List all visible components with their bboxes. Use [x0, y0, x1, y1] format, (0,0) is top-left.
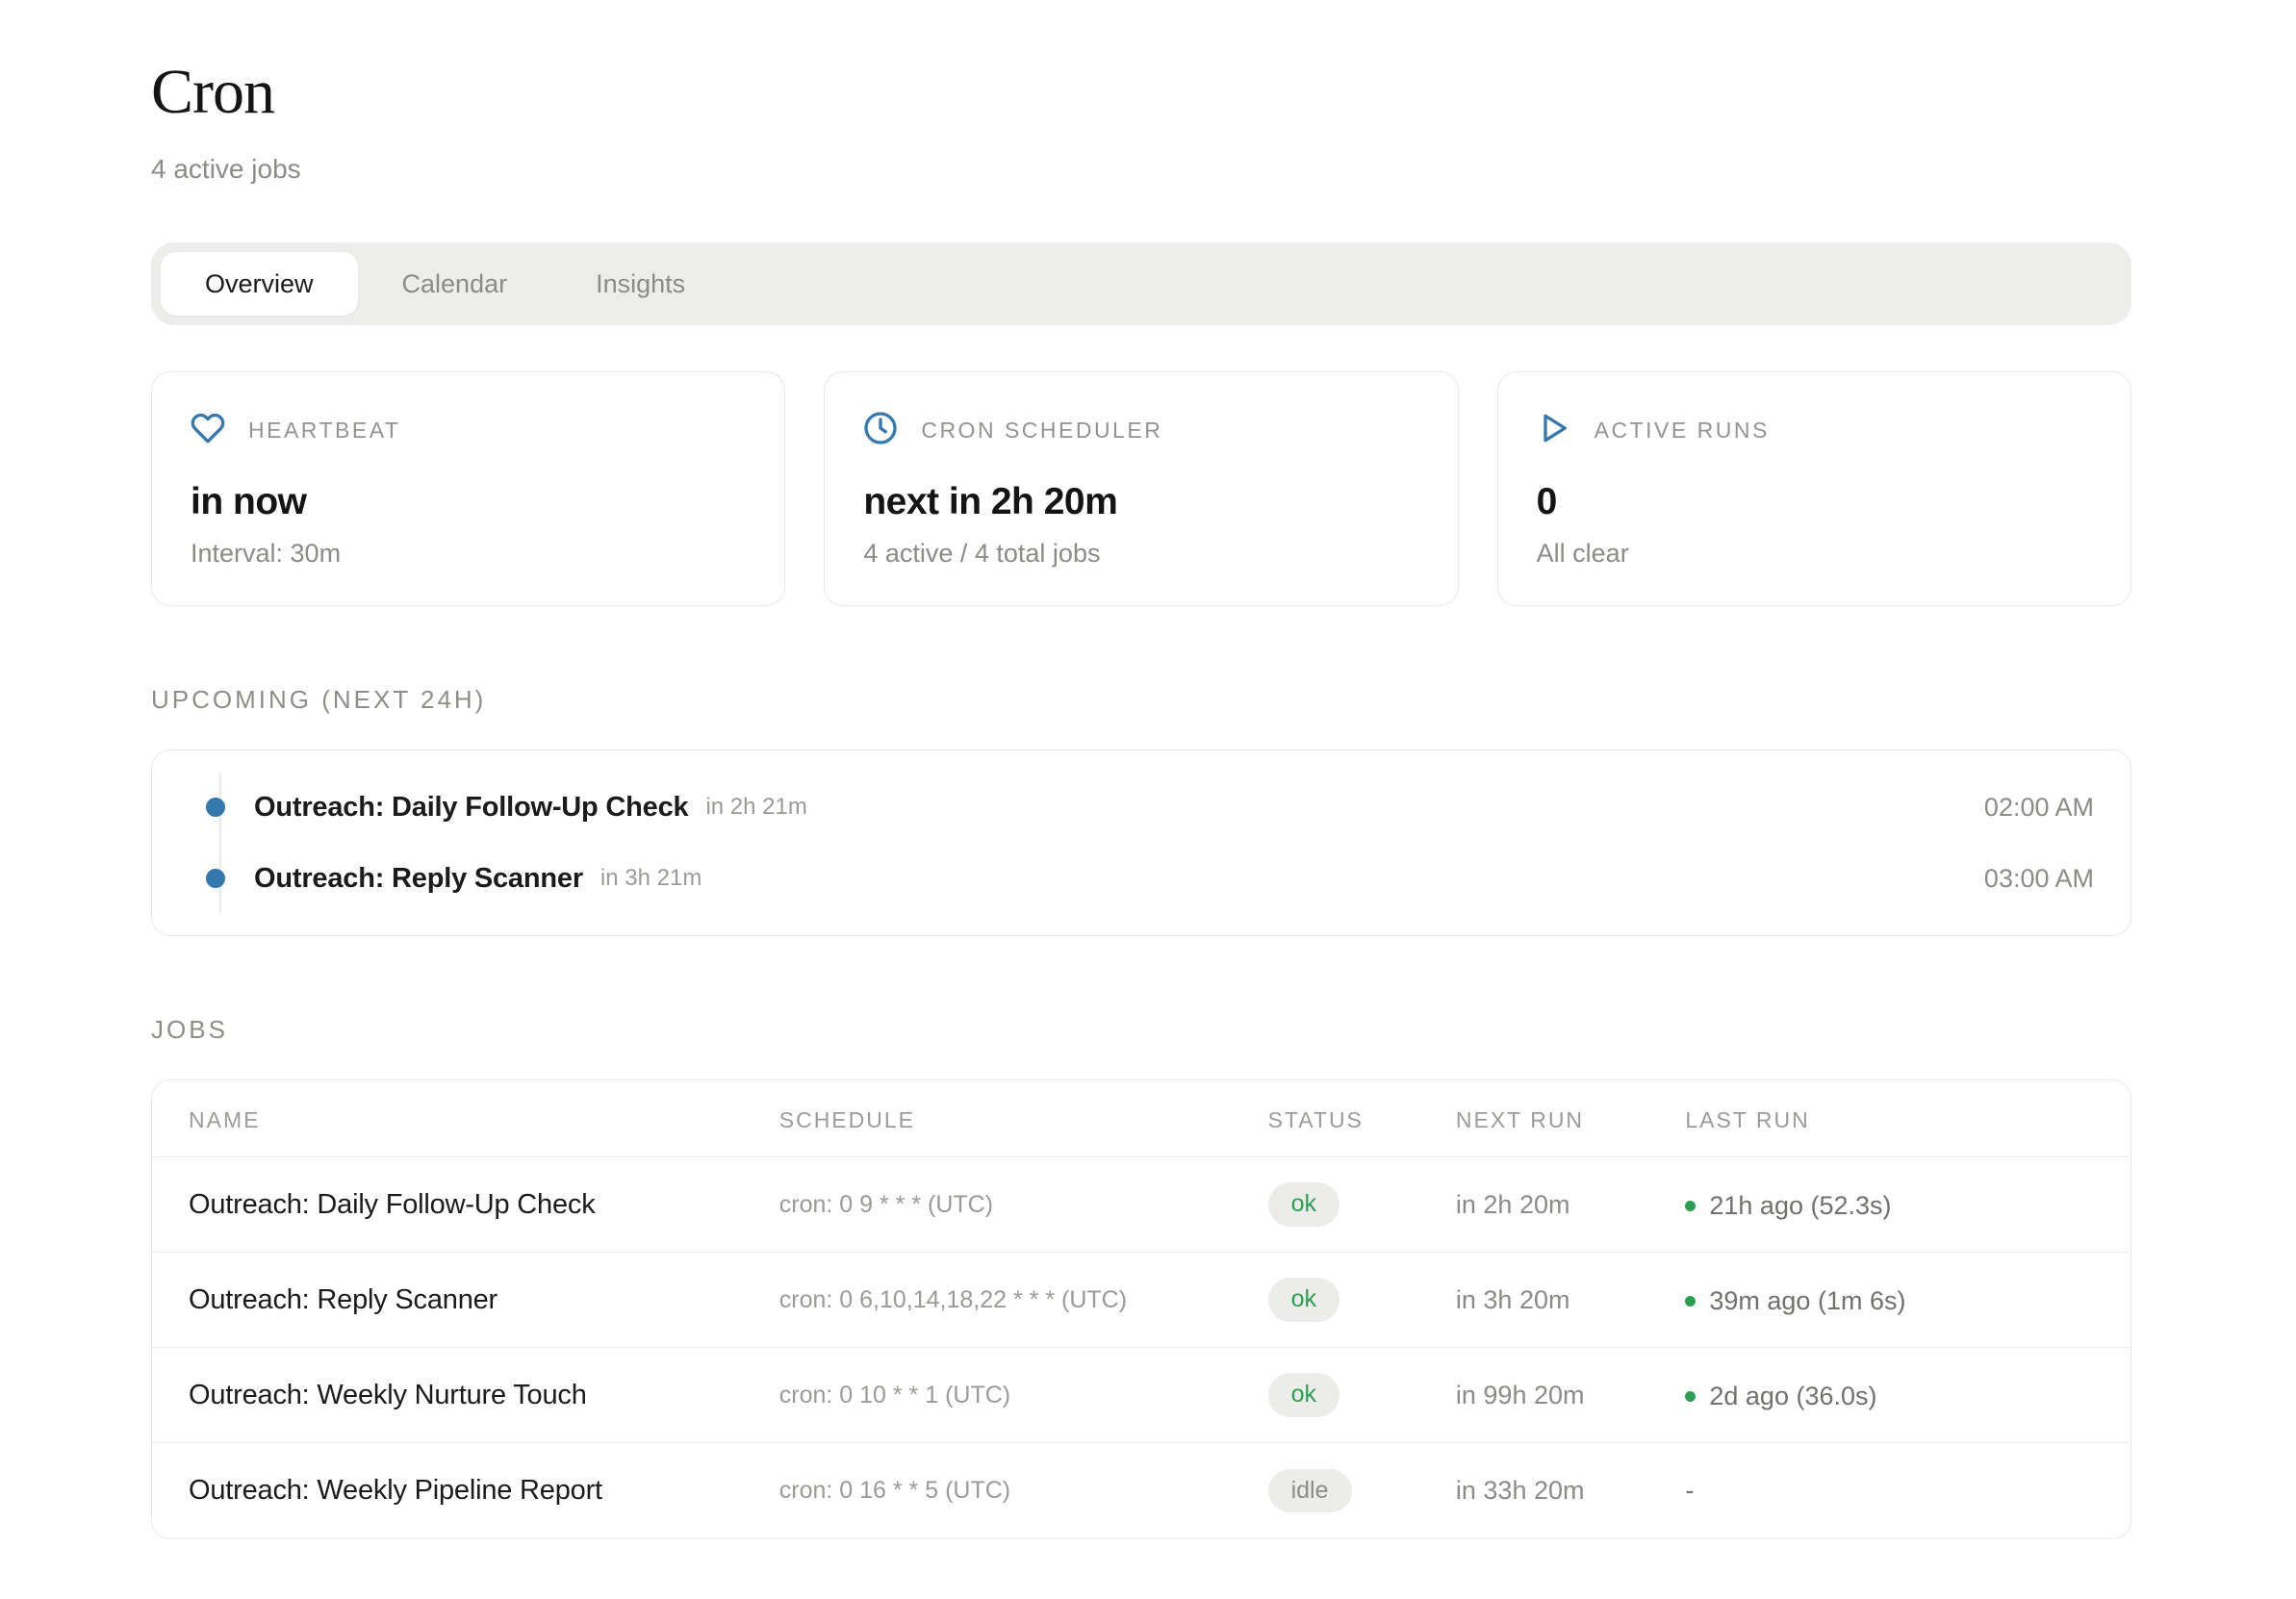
- job-next-run: in 3h 20m: [1456, 1253, 1685, 1348]
- play-icon: [1537, 411, 1571, 450]
- job-schedule: cron: 0 9 * * * (UTC): [779, 1157, 1268, 1253]
- column-header-status: STATUS: [1268, 1080, 1456, 1157]
- active-runs-value: 0: [1537, 481, 2092, 523]
- heart-icon: [191, 411, 225, 450]
- stat-cards: HEARTBEAT in now Interval: 30m CRON SCHE…: [151, 371, 2131, 606]
- upcoming-relative-time: in 3h 21m: [600, 865, 702, 892]
- success-dot-icon: [1685, 1391, 1696, 1402]
- success-dot-icon: [1685, 1201, 1696, 1211]
- status-badge: idle: [1268, 1469, 1352, 1513]
- upcoming-job-name: Outreach: Reply Scanner: [254, 863, 583, 895]
- job-name: Outreach: Weekly Pipeline Report: [152, 1443, 779, 1538]
- job-next-run: in 99h 20m: [1456, 1348, 1685, 1443]
- upcoming-clock-time: 03:00 AM: [1984, 864, 2094, 894]
- heartbeat-card: HEARTBEAT in now Interval: 30m: [151, 371, 785, 606]
- upcoming-relative-time: in 2h 21m: [705, 794, 806, 821]
- tab-overview[interactable]: Overview: [161, 252, 358, 316]
- job-last-run: -: [1685, 1476, 1694, 1506]
- upcoming-clock-time: 02:00 AM: [1984, 793, 2094, 823]
- active-runs-label: ACTIVE RUNS: [1594, 418, 1770, 444]
- status-badge: ok: [1268, 1278, 1339, 1322]
- upcoming-job-name: Outreach: Daily Follow-Up Check: [254, 792, 688, 824]
- job-next-run: in 33h 20m: [1456, 1443, 1685, 1538]
- clock-icon: [863, 411, 898, 450]
- tab-calendar[interactable]: Calendar: [358, 252, 552, 316]
- success-dot-icon: [1685, 1296, 1696, 1307]
- status-badge: ok: [1268, 1182, 1339, 1227]
- job-next-run: in 2h 20m: [1456, 1157, 1685, 1253]
- tab-bar: Overview Calendar Insights: [151, 242, 2131, 325]
- active-runs-card: ACTIVE RUNS 0 All clear: [1497, 371, 2131, 606]
- job-name: Outreach: Weekly Nurture Touch: [152, 1348, 779, 1443]
- column-header-name: NAME: [152, 1080, 779, 1157]
- table-row[interactable]: Outreach: Daily Follow-Up Check cron: 0 …: [152, 1157, 2130, 1253]
- tab-insights[interactable]: Insights: [551, 252, 729, 316]
- active-jobs-count: 4 active jobs: [151, 154, 2131, 185]
- job-schedule: cron: 0 10 * * 1 (UTC): [779, 1348, 1268, 1443]
- jobs-table: NAME SCHEDULE STATUS NEXT RUN LAST RUN O…: [151, 1079, 2131, 1539]
- active-runs-status: All clear: [1537, 539, 2092, 569]
- heartbeat-interval: Interval: 30m: [191, 539, 746, 569]
- upcoming-item[interactable]: Outreach: Reply Scanner in 3h 21m 03:00 …: [152, 843, 2130, 914]
- upcoming-section-heading: UPCOMING (NEXT 24H): [151, 685, 2131, 715]
- timeline-bullet-icon: [206, 798, 225, 817]
- job-name: Outreach: Reply Scanner: [152, 1253, 779, 1348]
- jobs-section-heading: JOBS: [151, 1015, 2131, 1045]
- table-row[interactable]: Outreach: Weekly Nurture Touch cron: 0 1…: [152, 1348, 2130, 1443]
- column-header-last-run: LAST RUN: [1685, 1080, 2130, 1157]
- column-header-schedule: SCHEDULE: [779, 1080, 1268, 1157]
- status-badge: ok: [1268, 1373, 1339, 1417]
- column-header-next-run: NEXT RUN: [1456, 1080, 1685, 1157]
- page-title: Cron: [151, 56, 2131, 129]
- cron-scheduler-card: CRON SCHEDULER next in 2h 20m 4 active /…: [824, 371, 1458, 606]
- heartbeat-label: HEARTBEAT: [248, 418, 400, 444]
- cron-scheduler-value: next in 2h 20m: [863, 481, 1418, 523]
- table-row[interactable]: Outreach: Reply Scanner cron: 0 6,10,14,…: [152, 1253, 2130, 1348]
- cron-scheduler-label: CRON SCHEDULER: [921, 418, 1162, 444]
- job-last-run: 39m ago (1m 6s): [1709, 1286, 1905, 1316]
- job-schedule: cron: 0 6,10,14,18,22 * * * (UTC): [779, 1253, 1268, 1348]
- job-name: Outreach: Daily Follow-Up Check: [152, 1157, 779, 1253]
- cron-page: Cron 4 active jobs Overview Calendar Ins…: [0, 0, 2296, 1539]
- cron-scheduler-counts: 4 active / 4 total jobs: [863, 539, 1418, 569]
- upcoming-list: Outreach: Daily Follow-Up Check in 2h 21…: [151, 749, 2131, 936]
- job-schedule: cron: 0 16 * * 5 (UTC): [779, 1443, 1268, 1538]
- heartbeat-value: in now: [191, 481, 746, 523]
- table-row[interactable]: Outreach: Weekly Pipeline Report cron: 0…: [152, 1443, 2130, 1538]
- timeline-bullet-icon: [206, 869, 225, 888]
- jobs-table-header: NAME SCHEDULE STATUS NEXT RUN LAST RUN: [152, 1080, 2130, 1157]
- job-last-run: 2d ago (36.0s): [1709, 1382, 1876, 1411]
- job-last-run: 21h ago (52.3s): [1709, 1191, 1891, 1221]
- upcoming-item[interactable]: Outreach: Daily Follow-Up Check in 2h 21…: [152, 772, 2130, 843]
